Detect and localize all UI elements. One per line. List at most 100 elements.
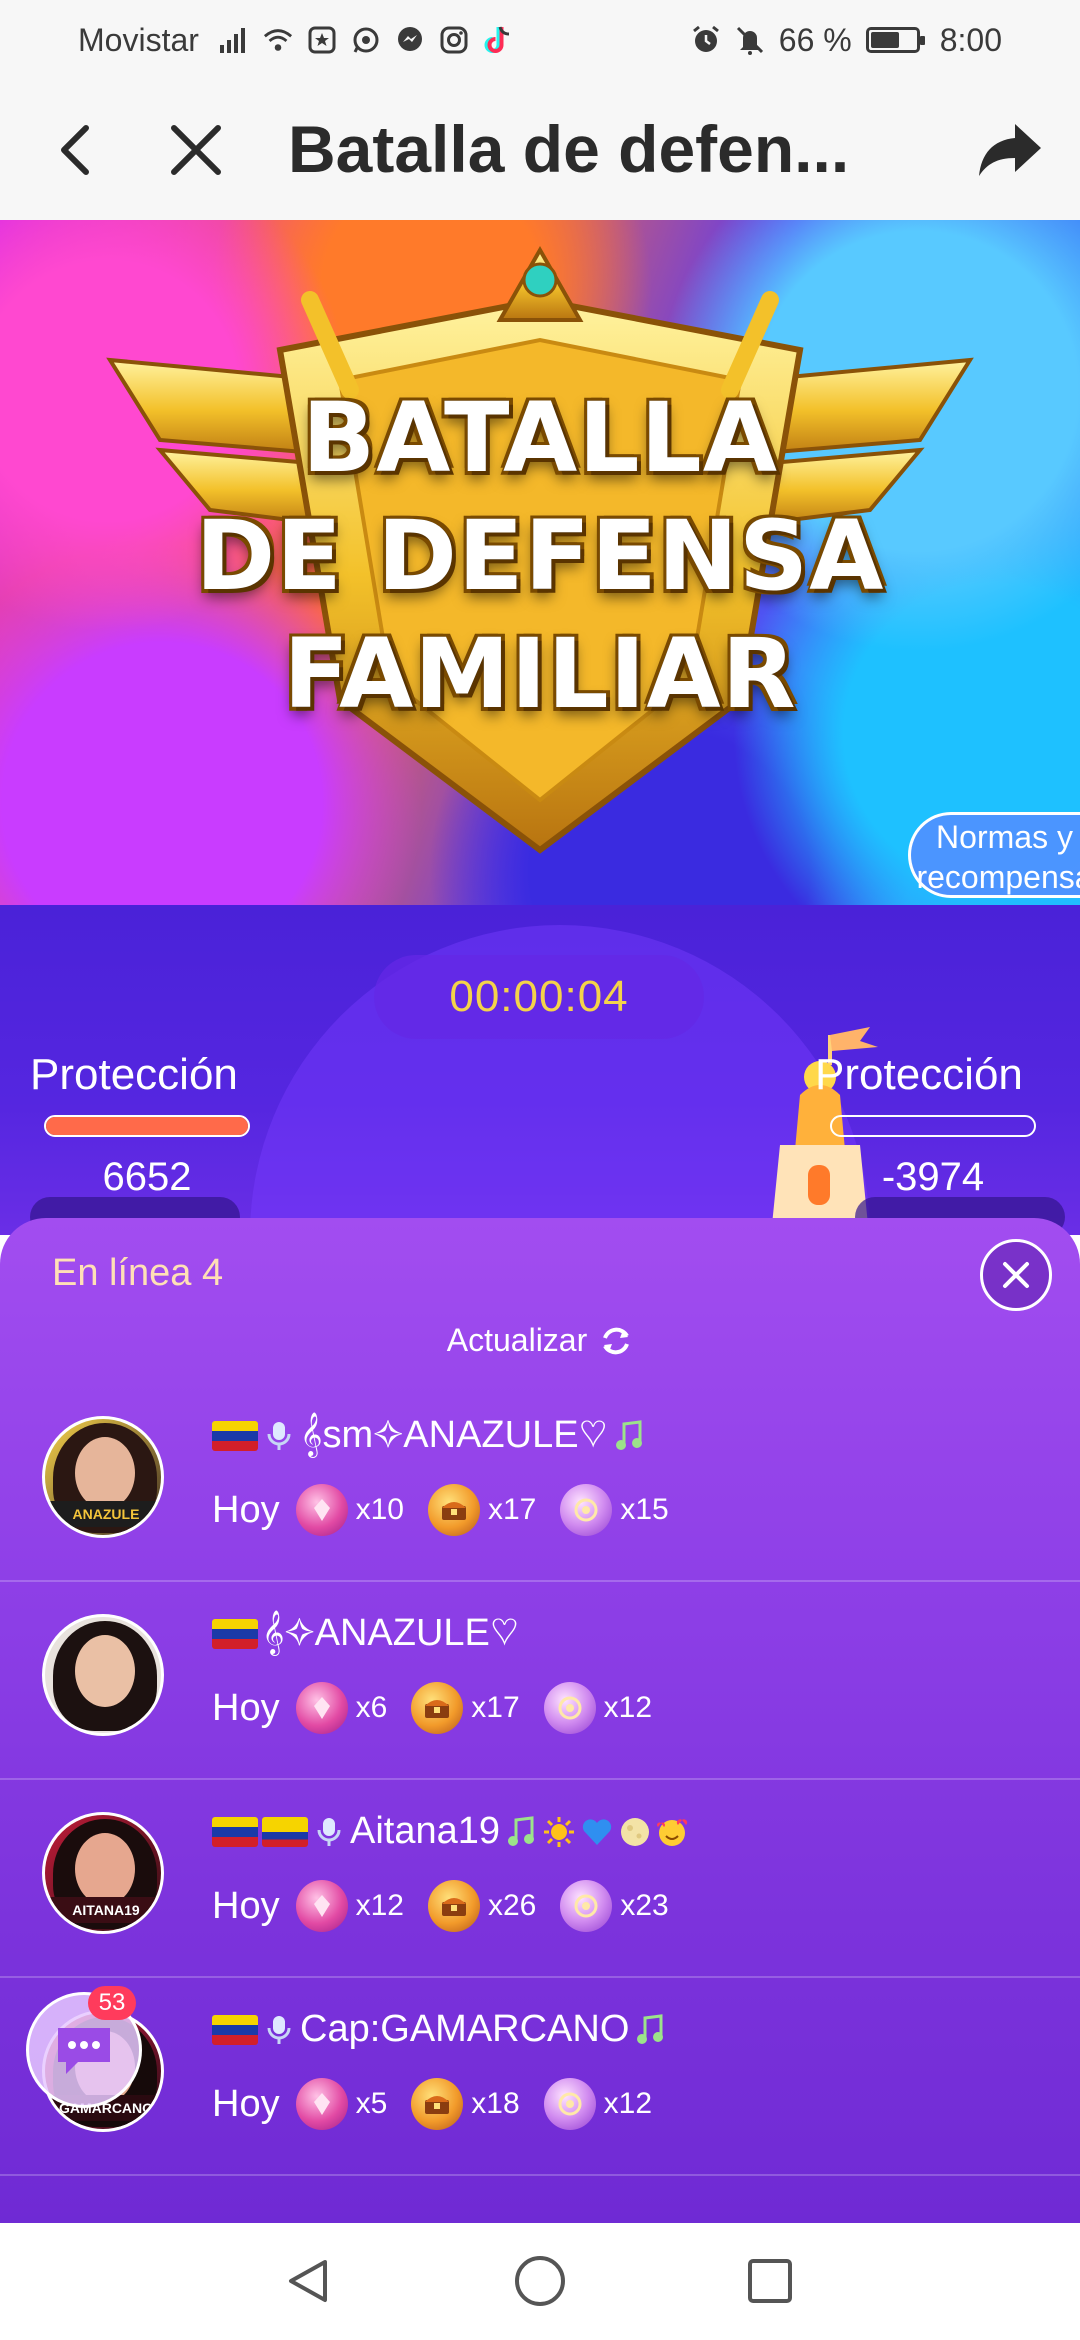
circle-home-icon (515, 2256, 565, 2306)
chest-gift-icon (427, 1484, 480, 1536)
blue-heart-icon (580, 1815, 614, 1849)
left-team-score: 6652 (102, 1155, 192, 1199)
smiling-face-hearts-icon (656, 1815, 690, 1849)
venezuela-flag-icon (212, 1816, 258, 1847)
close-icon (171, 125, 221, 175)
tiktok-icon (483, 25, 513, 55)
share-icon (979, 124, 1041, 176)
chest-gift-icon (411, 2078, 464, 2130)
user-row[interactable]: GAMARCANO Cap:GAMARCANO Hoy x5 x18 x12 (0, 1978, 1080, 2176)
crystal-gift-icon (295, 1484, 348, 1536)
left-team-label: Protección (30, 1050, 238, 1099)
chest-gift-count: x18 (471, 2087, 520, 2120)
sun-icon (542, 1815, 576, 1849)
user-row[interactable]: 𝄞✧ANAZULE♡ Hoy x6 x17 x12 (0, 1582, 1080, 1780)
user-name: Aitana19 (212, 1810, 690, 1853)
battery-icon (865, 27, 925, 53)
instagram-icon (439, 25, 469, 55)
status-bar: Movistar 66 % 8:00 (0, 0, 1080, 80)
battery-percent: 66 % (778, 21, 852, 58)
refresh-label: Actualizar (446, 1322, 588, 1358)
shield-gift-count: x12 (603, 2087, 653, 2120)
user-name: Cap:GAMARCANO (212, 2008, 667, 2051)
chat-unread-badge: 53 (88, 1986, 136, 2020)
triangle-back-icon (289, 2260, 327, 2302)
chest-gift-count: x17 (471, 1691, 520, 1724)
refresh-icon (603, 1327, 630, 1354)
microphone-icon (262, 1419, 296, 1453)
microphone-icon (312, 1815, 346, 1849)
chest-gift-count: x17 (487, 1493, 537, 1526)
avatar-face (75, 1635, 135, 1707)
user-name-text: Aitana19 (350, 1810, 501, 1852)
share-button[interactable] (968, 108, 1052, 192)
rules-rewards-button[interactable]: Normas y recompensa (908, 812, 1080, 898)
gift-stats: Hoy x10 x17 x15 (212, 1484, 693, 1536)
moon-icon (618, 1815, 652, 1849)
banner-title-line-1: BATALLA (302, 382, 778, 494)
battle-scoreboard: 00:00:04 Protección 6652 Protección -397… (0, 905, 1080, 1235)
shield-gift-icon (560, 1484, 613, 1536)
crystal-gift-icon (295, 1682, 348, 1734)
music-note-icon (504, 1815, 538, 1849)
back-button[interactable] (32, 108, 116, 192)
online-count: En línea 4 (52, 1252, 224, 1294)
venezuela-flag-icon (212, 2014, 258, 2045)
avatar-tag: AITANA19 (45, 1897, 161, 1923)
stats-day: Hoy (212, 1686, 280, 1729)
shield-gift-count: x15 (620, 1493, 669, 1526)
right-team-score: -3974 (881, 1155, 985, 1199)
avatar-face (75, 1833, 135, 1905)
stats-day: Hoy (212, 1488, 280, 1531)
avatar[interactable] (42, 1614, 164, 1736)
gift-stats: Hoy x5 x18 x12 (212, 2078, 676, 2130)
chevron-left-icon (61, 125, 89, 175)
panel-close-button[interactable] (980, 1239, 1052, 1311)
battle-timer: 00:00:04 (374, 955, 704, 1039)
shield-gift-icon (560, 1880, 613, 1932)
gift-stats: Hoy x12 x26 x23 (212, 1880, 693, 1932)
shield-gift-count: x12 (603, 1691, 653, 1724)
crystal-gift-count: x6 (355, 1691, 388, 1724)
whatsapp-icon (351, 25, 381, 55)
crystal-gift-count: x5 (355, 2087, 388, 2120)
app-screen: Movistar 66 % 8:00 Batalla de defen... B… (0, 0, 1080, 2340)
right-team-label: Protección (815, 1050, 1023, 1099)
chat-bubble-icon (58, 2028, 110, 2074)
crystal-gift-icon (295, 1880, 348, 1932)
system-recents-button[interactable] (740, 2251, 800, 2311)
refresh-button[interactable]: Actualizar (0, 1322, 1080, 1359)
chest-gift-count: x26 (487, 1889, 537, 1922)
user-name-text: Cap:GAMARCANO (300, 2008, 630, 2050)
carrier-name: Movistar (78, 21, 199, 58)
crystal-gift-count: x10 (355, 1493, 404, 1526)
shield-gift-icon (543, 1682, 596, 1734)
crystal-gift-count: x12 (355, 1889, 404, 1922)
mute-icon (735, 25, 765, 55)
alarm-icon (691, 25, 721, 55)
avatar[interactable]: ANAZULE (42, 1416, 164, 1538)
status-icons-right: 66 % 8:00 (691, 22, 1002, 59)
user-name: 𝄞sm✧ANAZULE♡ (212, 1414, 646, 1457)
user-name: 𝄞✧ANAZULE♡ (212, 1612, 519, 1655)
page-title: Batalla de defen... (288, 112, 850, 186)
messenger-icon (395, 25, 425, 55)
system-back-button[interactable] (278, 2251, 338, 2311)
square-recents-icon (748, 2259, 792, 2303)
battery-level (870, 32, 900, 48)
avatar[interactable]: AITANA19 (42, 1812, 164, 1934)
close-button[interactable] (154, 108, 238, 192)
online-users-panel: En línea 4 Actualizar ANAZULE 𝄞sm✧ANAZUL… (0, 1218, 1080, 2223)
close-icon (1003, 1262, 1029, 1288)
shield-gift-count: x23 (620, 1889, 669, 1922)
crystal-gift-icon (295, 2078, 348, 2130)
user-name-text: 𝄞✧ANAZULE♡ (262, 1612, 520, 1654)
system-home-button[interactable] (510, 2251, 570, 2311)
stats-day: Hoy (212, 1884, 280, 1927)
user-row[interactable]: ANAZULE 𝄞sm✧ANAZULE♡ Hoy x10 x17 x15 (0, 1384, 1080, 1582)
user-row[interactable]: AITANA19 Aitana19 Hoy x12 x26 x23 (0, 1780, 1080, 1978)
music-note-icon (612, 1419, 646, 1453)
chest-gift-icon (427, 1880, 480, 1932)
microphone-icon (262, 2013, 296, 2047)
stats-day: Hoy (212, 2082, 280, 2125)
